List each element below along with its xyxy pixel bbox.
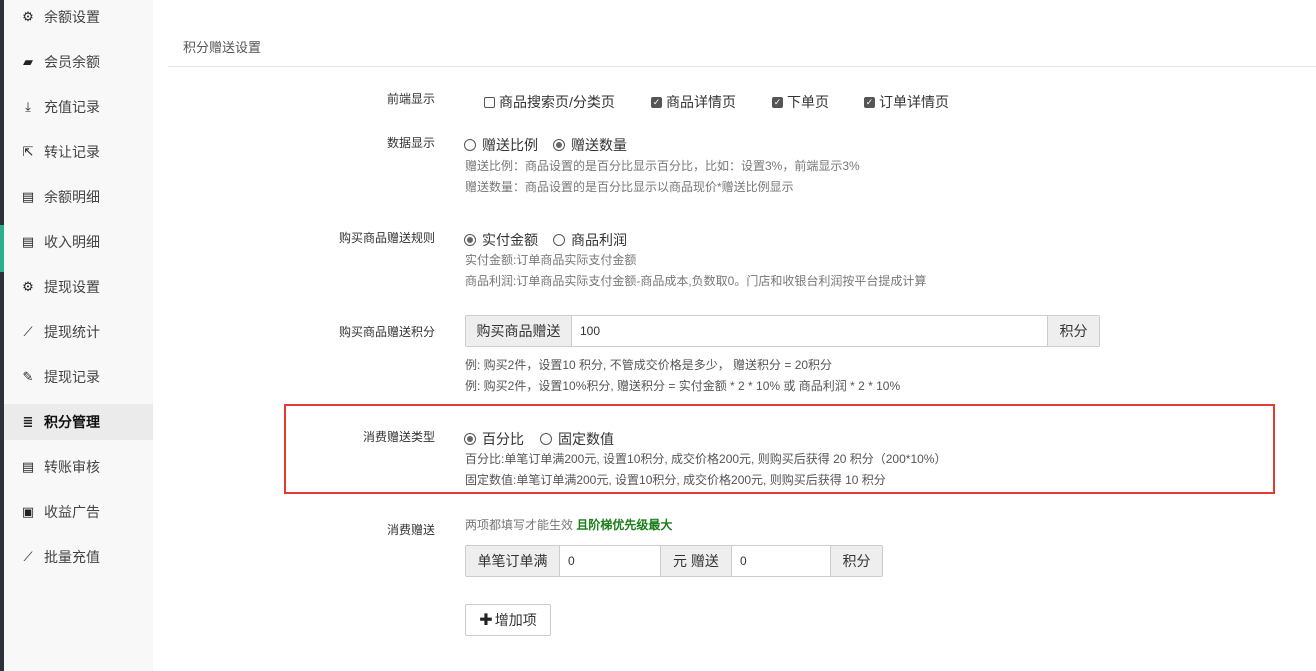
sidebar-item-0[interactable]: ⚙ 余额设置 [4, 0, 153, 35]
database-icon: ≣ [22, 414, 34, 429]
radio-circle[interactable] [553, 139, 565, 151]
document-icon: ▤ [21, 234, 35, 249]
sidebar-item-label: 会员余额 [44, 54, 100, 70]
order-threshold-input[interactable]: 0 [560, 546, 660, 576]
sidebar-item-7[interactable]: ⟋ 提现统计 [4, 314, 153, 350]
radio-fixed-value[interactable]: 固定数值 [540, 429, 614, 449]
radio-percentage[interactable]: 百分比 [464, 429, 524, 449]
document-icon: ▤ [21, 189, 35, 204]
buy-rule-help-2: 商品利润:订单商品实际支付金额-商品成本,负数取0。门店和收银台利润按平台提成计… [465, 274, 927, 288]
sidebar-item-11[interactable]: ▣ 收益广告 [4, 494, 153, 530]
sidebar-item-2[interactable]: ⤓ 充值记录 [4, 89, 153, 125]
radio-product-profit[interactable]: 商品利润 [553, 230, 627, 250]
buy-rule-label: 购买商品赠送规则 [338, 231, 435, 245]
section-divider [168, 66, 1316, 67]
buy-points-help-1: 例: 购买2件，设置10 积分, 不管成交价格是多少， 赠送积分 = 20积分 [465, 358, 833, 372]
sidebar-item-label: 批量充值 [44, 549, 100, 565]
checkbox-box[interactable] [864, 96, 875, 108]
book-icon: ▰ [23, 54, 33, 69]
data-display-help-2: 赠送数量：商品设置的是百分比显示以商品现价*赠送比例显示 [465, 180, 794, 194]
sidebar-item-1[interactable]: ▰ 会员余额 [4, 44, 153, 80]
checkbox-box[interactable] [651, 96, 662, 108]
checkbox-detail-page[interactable]: 商品详情页 [651, 92, 736, 112]
consume-gift-input-group: 单笔订单满 0 元 赠送 0 积分 [465, 545, 883, 577]
buy-points-input-group: 购买商品赠送 100 积分 [465, 315, 1100, 347]
sidebar-item-label: 充值记录 [44, 99, 100, 115]
add-item-button[interactable]: ✚ 增加项 [465, 604, 551, 636]
consume-gift-help: 两项都填写才能生效 且阶梯优先级最大 [465, 518, 673, 532]
radio-circle[interactable] [553, 234, 565, 246]
line-chart-icon: ⟋ [23, 324, 33, 339]
consume-type-label: 消费赠送类型 [362, 430, 435, 444]
consume-type-help-1: 百分比:单笔订单满200元, 设置10积分, 成交价格200元, 则购买后获得 … [465, 452, 947, 466]
gear-icon: ⚙ [22, 9, 34, 24]
gear-icon: ⚙ [22, 279, 34, 294]
plus-icon: ✚ [479, 612, 493, 629]
buy-points-input[interactable]: 100 [572, 316, 1047, 346]
sidebar: ⚙ 余额设置 ▰ 会员余额 ⤓ 充值记录 ⇱ 转让记录 ▤ 余额明细 ▤ 收入明细 ⚙ 提现设置 ⟋ 提现统计… [4, 0, 154, 671]
radio-gift-ratio[interactable]: 赠送比例 [464, 135, 538, 155]
sidebar-item-label: 积分管理 [44, 414, 100, 430]
radio-circle[interactable] [464, 433, 476, 445]
sidebar-item-9[interactable]: ≣ 积分管理 [4, 404, 153, 440]
sidebar-item-10[interactable]: ▤ 转账审核 [4, 449, 153, 485]
buy-points-prefix: 购买商品赠送 [466, 316, 572, 346]
section-title: 积分赠送设置 [183, 40, 262, 55]
data-display-help-1: 赠送比例：商品设置的是百分比显示百分比，比如：设置3%，前端显示3% [465, 159, 860, 173]
checkbox-search-page[interactable]: 商品搜索页/分类页 [484, 92, 615, 112]
sidebar-item-6[interactable]: ⚙ 提现设置 [4, 269, 153, 305]
checkbox-box[interactable] [772, 96, 783, 108]
external-link-icon: ⇱ [22, 144, 34, 159]
sidebar-item-5[interactable]: ▤ 收入明细 [4, 224, 153, 260]
consume-type-help-2: 固定数值:单笔订单满200元, 设置10积分, 成交价格200元, 则购买后获得… [465, 473, 886, 487]
radio-circle[interactable] [464, 234, 476, 246]
sidebar-item-12[interactable]: ⟋ 批量充值 [4, 539, 153, 575]
checkbox-order-detail-page[interactable]: 订单详情页 [864, 92, 949, 112]
sidebar-item-label: 提现设置 [44, 279, 100, 295]
data-display-label: 数据显示 [386, 136, 435, 150]
buy-points-label: 购买商品赠送积分 [338, 325, 435, 339]
radio-circle[interactable] [464, 139, 476, 151]
buy-points-suffix: 积分 [1047, 316, 1099, 346]
sidebar-item-label: 收益广告 [44, 504, 100, 520]
document-icon: ▤ [21, 459, 35, 474]
consume-gift-label: 消费赠送 [386, 523, 435, 537]
sidebar-item-label: 提现记录 [44, 369, 100, 385]
checkbox-order-page[interactable]: 下单页 [772, 92, 829, 112]
sidebar-item-4[interactable]: ▤ 余额明细 [4, 179, 153, 215]
sidebar-item-label: 余额明细 [44, 189, 100, 205]
main-content: 积分赠送设置 前端显示 商品搜索页/分类页 商品详情页 下单页 订单详情页 数据… [153, 0, 1316, 671]
sidebar-item-label: 转账审核 [44, 459, 100, 475]
consume-gift-middle: 元 赠送 [660, 546, 732, 576]
radio-gift-quantity[interactable]: 赠送数量 [553, 135, 627, 155]
pencil-icon: ✎ [22, 369, 34, 384]
sidebar-item-label: 提现统计 [44, 324, 100, 340]
sidebar-item-label: 转让记录 [44, 144, 100, 160]
gift-points-input[interactable]: 0 [732, 546, 830, 576]
consume-gift-prefix: 单笔订单满 [466, 546, 560, 576]
radio-circle[interactable] [540, 433, 552, 445]
image-icon: ▣ [21, 504, 35, 519]
download-icon: ⤓ [25, 99, 31, 114]
sidebar-item-3[interactable]: ⇱ 转让记录 [4, 134, 153, 170]
checkbox-box[interactable] [484, 96, 495, 108]
consume-gift-suffix: 积分 [830, 546, 882, 576]
sidebar-item-label: 余额设置 [44, 9, 100, 25]
radio-paid-amount[interactable]: 实付金额 [464, 230, 538, 250]
sidebar-item-label: 收入明细 [44, 234, 100, 250]
buy-points-help-2: 例: 购买2件，设置10%积分, 赠送积分 = 实付金额 * 2 * 10% 或… [465, 379, 901, 393]
frontend-label: 前端显示 [386, 92, 435, 106]
consume-gift-help-emphasis: 且阶梯优先级最大 [576, 518, 673, 532]
buy-rule-help-1: 实付金额:订单商品实际支付金额 [465, 253, 637, 267]
line-chart-icon: ⟋ [23, 549, 33, 564]
sidebar-item-8[interactable]: ✎ 提现记录 [4, 359, 153, 395]
